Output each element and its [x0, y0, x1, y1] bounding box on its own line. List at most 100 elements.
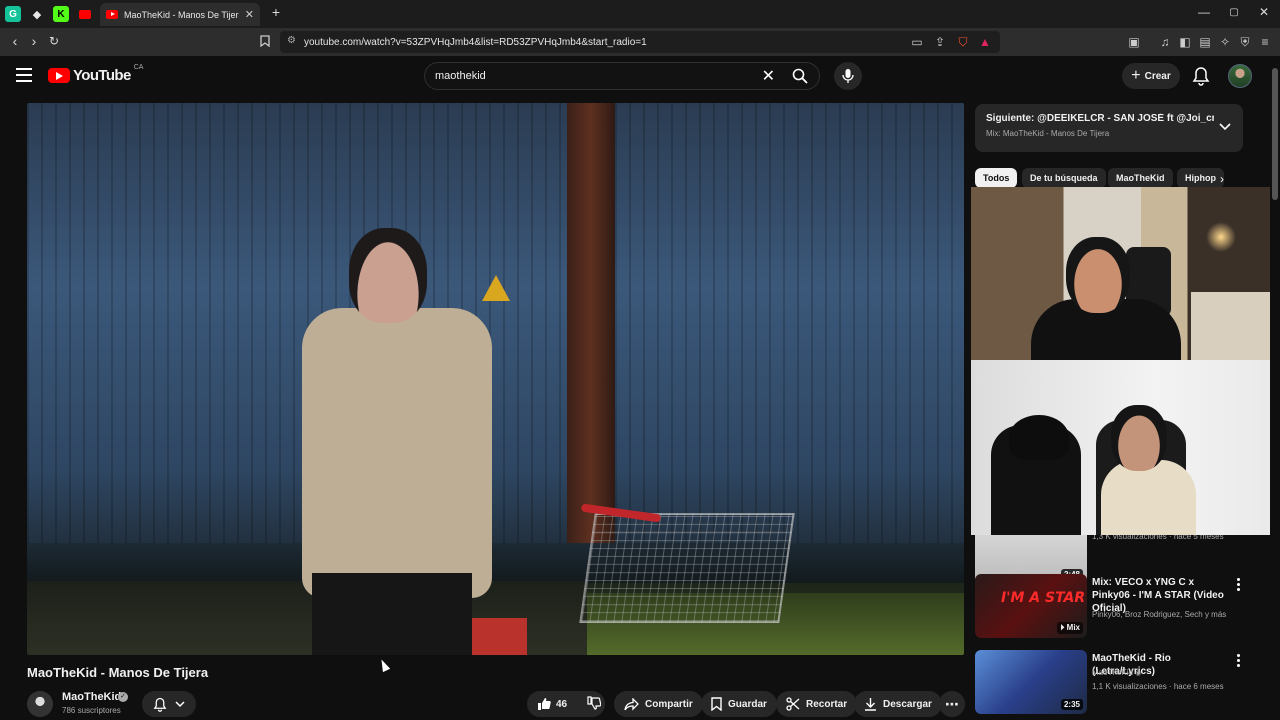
channel-avatar[interactable]: [27, 691, 53, 717]
more-vertical-icon[interactable]: [1233, 654, 1243, 670]
webcam-person-head: [1066, 237, 1130, 313]
cast-icon[interactable]: ▭: [910, 35, 924, 49]
chip-maothekid[interactable]: MaoTheKid: [1108, 168, 1173, 188]
brave-shield-icon[interactable]: ⛉: [956, 35, 970, 49]
leo-ai-icon[interactable]: ✧: [1218, 35, 1232, 49]
tab-close-icon[interactable]: ✕: [245, 8, 254, 21]
up-next-subtitle: Mix: MaoTheKid - Manos De Tijera: [986, 129, 1110, 138]
mouse-cursor: [377, 657, 391, 673]
youtube-favicon-icon: [106, 10, 118, 19]
webcam-overlay-top: [971, 187, 1280, 360]
account-avatar[interactable]: [1228, 64, 1252, 88]
minimize-button[interactable]: —: [1194, 5, 1214, 19]
dislike-button[interactable]: [587, 695, 602, 713]
pinned-tab-kick-icon[interactable]: K: [53, 6, 69, 22]
create-button[interactable]: + Crear: [1122, 63, 1180, 89]
search-value: maothekid: [435, 70, 486, 82]
maximize-button[interactable]: ▢: [1224, 7, 1244, 18]
chevron-down-icon: [1219, 123, 1231, 131]
video-thumbnail: I'M A STAR ⏵ Mix: [975, 574, 1087, 638]
forward-icon[interactable]: ›: [25, 33, 43, 49]
browser-tab-bar: G ◆ K MaoTheKid - Manos De Tijera - YouT…: [0, 0, 1280, 28]
back-icon[interactable]: ‹: [6, 33, 24, 49]
address-bar[interactable]: ⚙ youtube.com/watch?v=53ZPVHqJmb4&list=R…: [280, 31, 1000, 53]
close-window-button[interactable]: ✕: [1254, 5, 1274, 19]
clip-button[interactable]: Recortar: [776, 691, 858, 717]
country-code: CA: [133, 64, 144, 71]
video-player[interactable]: [27, 103, 964, 655]
chip-hiphop[interactable]: Hiphop: [1177, 168, 1224, 188]
share-button[interactable]: Compartir: [614, 691, 703, 717]
chip-from-search[interactable]: De tu búsqueda: [1022, 168, 1106, 188]
channel-name: MaoTheKid ◉: [1092, 668, 1142, 677]
thumbnail-text: I'M A STAR: [1001, 590, 1086, 606]
share-icon: [624, 697, 639, 711]
download-button[interactable]: Descargar: [854, 691, 942, 717]
voice-search-button[interactable]: [834, 62, 862, 90]
webcam-bed: [1191, 292, 1280, 360]
verified-icon: ✓: [118, 692, 128, 702]
subscription-notifications-button[interactable]: [142, 691, 196, 717]
thumbs-up-icon: [538, 698, 551, 710]
search-button[interactable]: [781, 63, 819, 89]
chip-all[interactable]: Todos: [975, 168, 1018, 188]
video-channels: Pinky06, Broz Rodriguez, Sech y más: [1092, 610, 1227, 619]
wallet-icon[interactable]: ▤: [1198, 35, 1212, 49]
scissors-icon: [786, 697, 800, 711]
bell-icon: [153, 697, 167, 712]
pinned-tab-diamond-icon[interactable]: ◆: [29, 6, 45, 22]
more-actions-button[interactable]: ⋯: [939, 691, 965, 717]
video-frame-post: [567, 103, 615, 543]
channel-name[interactable]: MaoTheKid: [62, 691, 121, 703]
webcam-overlay-bottom: [971, 360, 1280, 535]
like-button[interactable]: 46: [537, 697, 567, 711]
list-item[interactable]: 2:35 MaoTheKid - Rio (Letra/Lyrics) MaoT…: [975, 650, 1268, 718]
brave-rewards-icon[interactable]: ▲: [978, 35, 992, 49]
more-vertical-icon[interactable]: [1233, 578, 1243, 594]
media-icon[interactable]: ♫: [1158, 35, 1172, 49]
webcam-person-right-body: [1101, 460, 1196, 535]
up-next-mix-panel[interactable]: Siguiente: @DEEIKELCR - SAN JOSÉ ft @Joi…: [975, 104, 1243, 152]
like-count: 46: [556, 698, 568, 710]
bookmark-icon[interactable]: [258, 35, 272, 49]
tab-title: MaoTheKid - Manos De Tijera - YouTube: [124, 9, 239, 20]
notifications-button[interactable]: [1192, 66, 1210, 86]
clear-search-icon[interactable]: ✕: [762, 66, 775, 86]
video-frame-person-legs: [312, 573, 472, 655]
page-scrollbar[interactable]: [1270, 56, 1280, 720]
webcam-person-right-head: [1111, 405, 1167, 471]
video-frame-person-head: [349, 228, 427, 323]
hamburger-menu-icon[interactable]: [16, 68, 32, 82]
scrollbar-thumb[interactable]: [1272, 68, 1278, 200]
create-label: Crear: [1144, 70, 1171, 82]
pinned-tab-grammarly-icon[interactable]: G: [5, 6, 21, 22]
chevron-right-icon[interactable]: ›: [1220, 172, 1224, 186]
webcam-person-left-cap: [1009, 415, 1069, 460]
list-item[interactable]: I'M A STAR ⏵ Mix Mix: VECO x YNG C x Pin…: [975, 574, 1268, 642]
bell-icon: [1192, 67, 1210, 86]
filter-chips: Todos De tu búsqueda MaoTheKid Hiphop: [975, 168, 1243, 188]
mix-badge: ⏵ Mix: [1057, 622, 1083, 634]
sidebar-icon[interactable]: ◧: [1178, 35, 1192, 49]
video-frame-person-body: [302, 308, 492, 598]
reload-icon[interactable]: ↻: [45, 34, 63, 48]
video-frame-crate: [465, 618, 527, 655]
like-dislike-group: 46: [527, 691, 605, 717]
video-meta: 1,1 K visualizaciones · hace 6 meses: [1092, 682, 1224, 691]
youtube-logo[interactable]: YouTube CA: [48, 64, 144, 84]
save-button[interactable]: Guardar: [701, 691, 777, 717]
thumbs-down-icon: [587, 695, 602, 710]
vpn-icon[interactable]: ⛨: [1238, 35, 1252, 49]
tab-active[interactable]: MaoTheKid - Manos De Tijera - YouTube ✕: [100, 3, 260, 26]
share-page-icon[interactable]: ⇪: [933, 35, 947, 49]
save-playlist-icon: [711, 697, 722, 711]
site-info-icon[interactable]: ⚙: [287, 35, 296, 46]
video-thumbnail: 2:35: [975, 650, 1087, 714]
browser-menu-icon[interactable]: ≡: [1258, 35, 1272, 49]
new-tab-button[interactable]: +: [266, 4, 286, 20]
search-input[interactable]: maothekid ✕: [424, 62, 820, 90]
search-icon: [792, 68, 808, 84]
tab-search-icon[interactable]: ▣: [1127, 35, 1141, 49]
pinned-tab-youtube-icon[interactable]: [77, 6, 93, 22]
video-frame-cart: [579, 513, 795, 623]
